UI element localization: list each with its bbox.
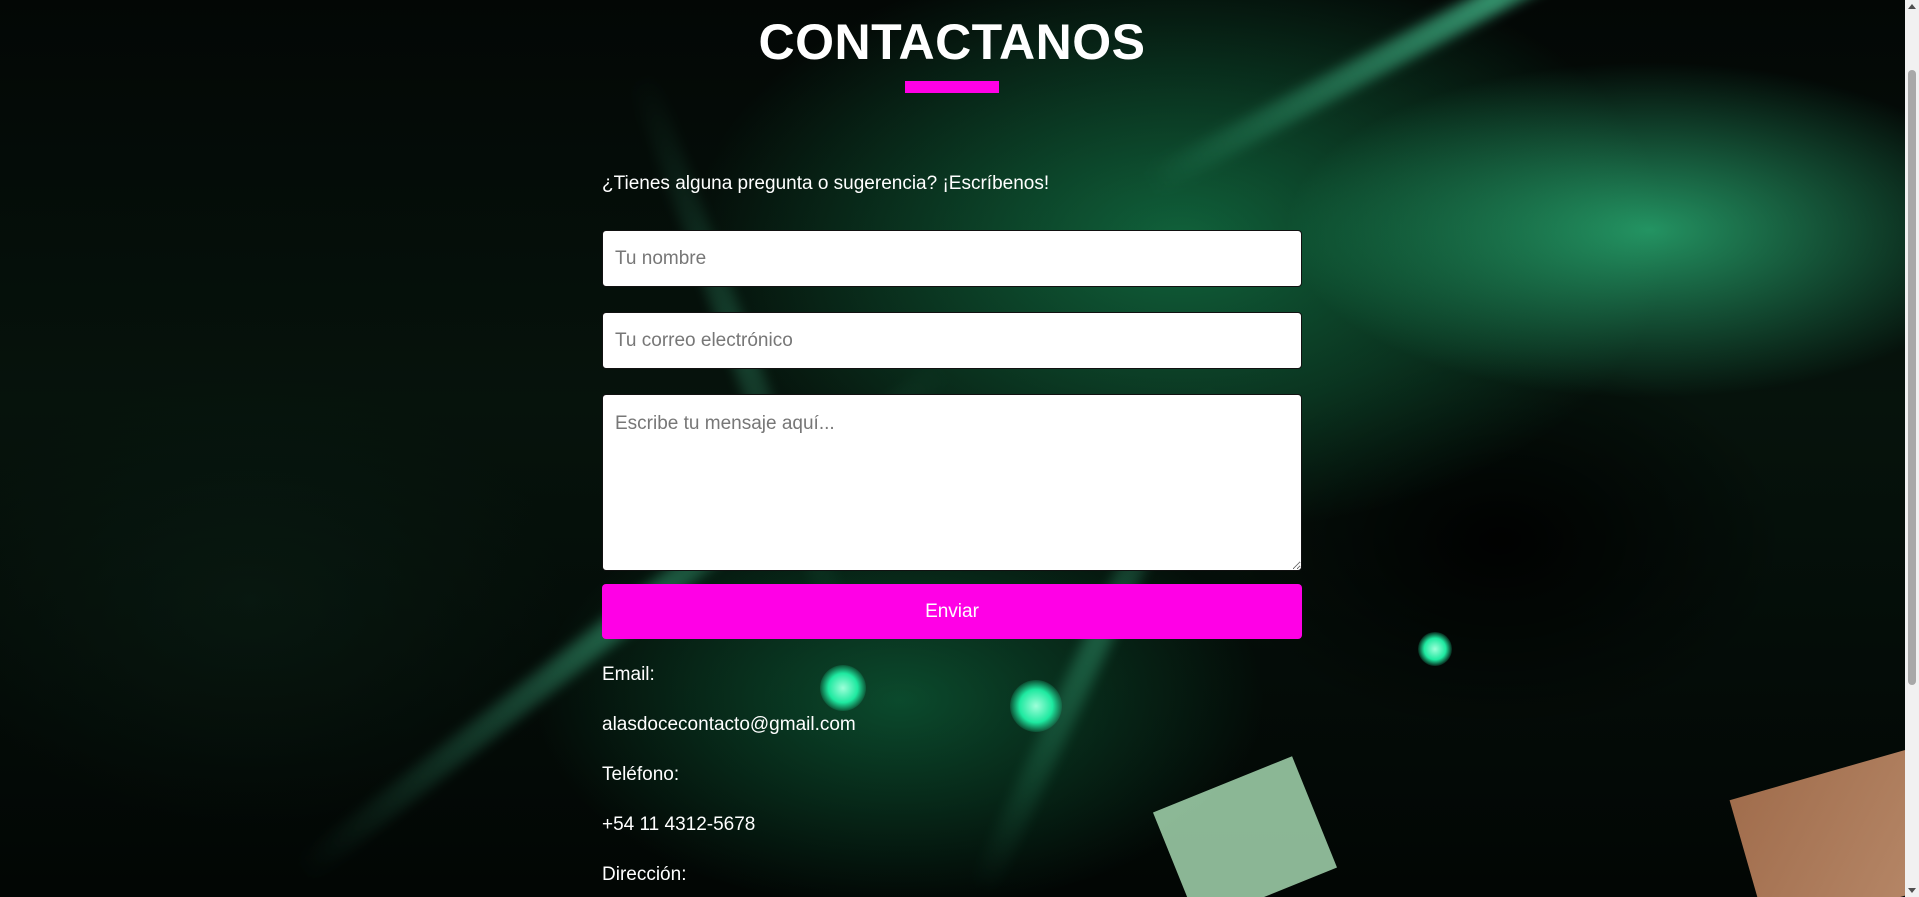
scroll-down-icon[interactable]: [1908, 888, 1916, 893]
email-input[interactable]: [602, 312, 1302, 369]
light-spot: [1418, 632, 1452, 666]
contact-subtitle: ¿Tienes alguna pregunta o sugerencia? ¡E…: [602, 173, 1050, 194]
title-underline: [905, 81, 999, 93]
message-textarea[interactable]: [602, 394, 1302, 571]
scroll-up-icon[interactable]: [1908, 4, 1916, 9]
address-label: Dirección:: [602, 864, 687, 885]
sticker-shape: [1152, 756, 1338, 897]
contact-page: CONTACTANOS ¿Tienes alguna pregunta o su…: [0, 0, 1919, 897]
vertical-scrollbar[interactable]: [1905, 0, 1919, 897]
phone-label: Teléfono:: [602, 764, 680, 785]
phone-value: +54 11 4312-5678: [602, 814, 756, 835]
email-value: alasdocecontacto@gmail.com: [602, 714, 856, 735]
light-spot: [820, 665, 866, 711]
floor-shape: [1729, 745, 1919, 897]
page-title: CONTACTANOS: [758, 14, 1146, 70]
light-spot: [1010, 680, 1062, 732]
scrollbar-thumb[interactable]: [1908, 70, 1916, 685]
name-input[interactable]: [602, 230, 1302, 287]
send-button[interactable]: Enviar: [602, 584, 1302, 639]
email-label: Email:: [602, 664, 655, 685]
